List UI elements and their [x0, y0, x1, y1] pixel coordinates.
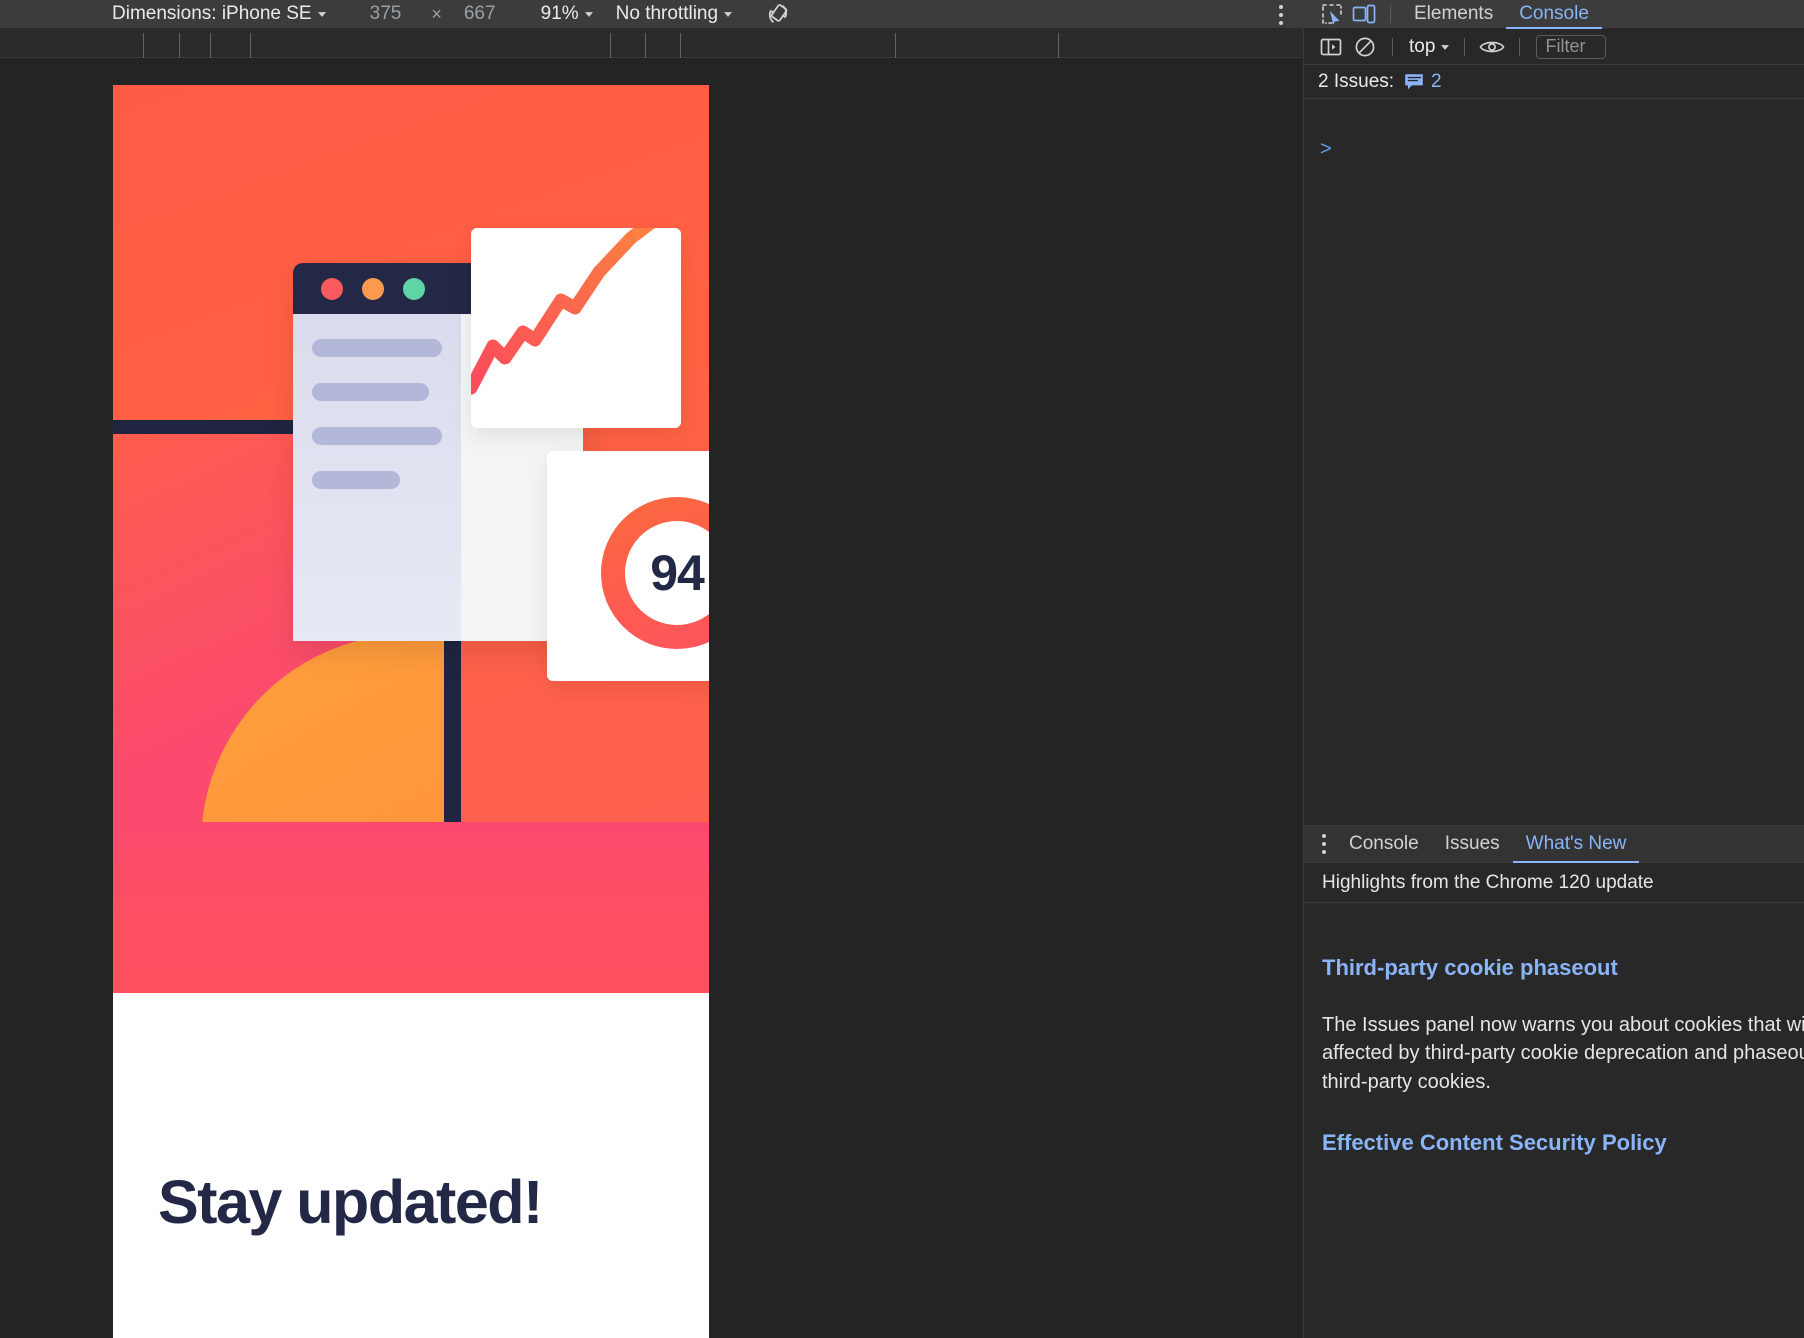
device-dimensions-select[interactable]: Dimensions: iPhone SE ▾ [112, 0, 326, 29]
rotate-device-icon[interactable] [765, 0, 791, 29]
whats-new-content: Third-party cookie phaseout The Issues p… [1304, 903, 1804, 1186]
hero-pink-band [113, 822, 709, 993]
device-height-input[interactable]: 667 [464, 0, 496, 29]
device-width-input[interactable]: 375 [370, 0, 402, 29]
skeleton-line [312, 471, 401, 489]
drawer-tab-issues[interactable]: Issues [1432, 826, 1513, 863]
issue-message-icon [1405, 73, 1423, 89]
device-emulation-area: Dimensions: iPhone SE ▾ 375 × 667 91% ▾ … [0, 0, 1303, 1338]
console-context-label: top [1409, 35, 1436, 57]
drawer-more-tabs-icon[interactable] [1322, 834, 1326, 854]
toolbar-divider [1390, 5, 1391, 23]
whats-new-article-heading[interactable]: Third-party cookie phaseout [1322, 955, 1786, 981]
issues-count: 2 [1431, 70, 1442, 92]
toggle-device-toolbar-icon[interactable] [1348, 2, 1380, 27]
tab-console[interactable]: Console [1506, 0, 1602, 29]
whats-new-subtitle: Highlights from the Chrome 120 update [1304, 863, 1804, 903]
inspect-element-icon[interactable] [1316, 2, 1348, 27]
issues-label: 2 Issues: [1318, 70, 1395, 92]
toolbar-divider [1519, 37, 1521, 56]
dimensions-multiply-symbol: × [431, 3, 442, 24]
illustration-score-card: 94 [547, 451, 709, 681]
score-ring-gauge: 94 [601, 497, 709, 649]
drawer-tab-whats-new[interactable]: What's New [1512, 826, 1640, 863]
chevron-down-icon: ▾ [1441, 40, 1450, 53]
window-dot-red-icon [321, 277, 343, 300]
clear-console-icon[interactable] [1348, 33, 1382, 61]
tab-elements[interactable]: Elements [1401, 0, 1506, 29]
window-dot-amber-icon [362, 277, 384, 300]
score-value: 94 [650, 545, 705, 601]
devtools-main-tabbar: Elements Console [1304, 0, 1804, 29]
skeleton-line [312, 427, 442, 445]
console-toolbar: top ▾ Filter [1304, 29, 1804, 65]
console-prompt-row[interactable]: > [1304, 133, 1804, 159]
console-log-area[interactable]: > [1304, 133, 1804, 825]
network-throttling-select[interactable]: No throttling ▾ [615, 0, 733, 29]
status-badge[interactable]: 2 [1404, 71, 1442, 93]
console-filter-input[interactable]: Filter [1536, 34, 1607, 59]
show-console-sidebar-icon[interactable] [1314, 33, 1348, 61]
drawer-tabbar: Console Issues What's New [1304, 826, 1804, 863]
whats-new-article-heading[interactable]: Effective Content Security Policy [1322, 1130, 1786, 1156]
chevron-down-icon: ▾ [317, 8, 326, 20]
hero-text-section: Stay updated! [113, 993, 709, 1338]
device-toolbar-more-options[interactable] [1279, 0, 1283, 29]
drawer-tab-console[interactable]: Console [1336, 826, 1432, 863]
issues-summary-bar[interactable]: 2 Issues: 2 [1304, 65, 1804, 99]
network-throttling-label: No throttling [615, 3, 719, 24]
device-zoom-label: 91% [540, 3, 579, 24]
illustration-chart-card [471, 228, 681, 428]
hero-illustration: 94 [113, 85, 709, 993]
illustration-window-sidebar [293, 314, 461, 641]
chevron-down-icon: ▾ [724, 8, 733, 20]
toolbar-divider [1392, 37, 1393, 56]
whats-new-article-body: The Issues panel now warns you about coo… [1322, 1014, 1804, 1093]
device-dimensions-label: Dimensions: iPhone SE [112, 3, 312, 24]
live-expression-eye-icon[interactable] [1475, 33, 1509, 61]
viewport-ruler[interactable] [0, 29, 1303, 58]
chevron-down-icon: ▾ [584, 8, 593, 20]
more-options-kebab-icon [1279, 4, 1283, 25]
emulated-page-viewport[interactable]: 94 Stay updated! [113, 85, 709, 1338]
score-ring-inner: 94 [625, 521, 709, 625]
devtools-drawer: Console Issues What's New Highlights fro… [1304, 825, 1804, 1338]
console-context-select[interactable]: top ▾ [1403, 36, 1454, 58]
devtools-panel: Elements Console top ▾ Filter 2 Issues: … [1303, 0, 1804, 1338]
skeleton-line [312, 383, 429, 401]
device-mode-toolbar: Dimensions: iPhone SE ▾ 375 × 667 91% ▾ … [0, 0, 1303, 29]
console-prompt-caret-icon: > [1320, 138, 1332, 160]
page-title: Stay updated! [158, 1168, 543, 1236]
toolbar-divider [1464, 37, 1466, 56]
window-dot-green-icon [403, 277, 425, 300]
app-root: Dimensions: iPhone SE ▾ 375 × 667 91% ▾ … [0, 0, 1804, 1338]
trend-line-chart-icon [471, 228, 655, 395]
skeleton-line [312, 339, 442, 357]
device-zoom-select[interactable]: 91% ▾ [540, 0, 593, 29]
